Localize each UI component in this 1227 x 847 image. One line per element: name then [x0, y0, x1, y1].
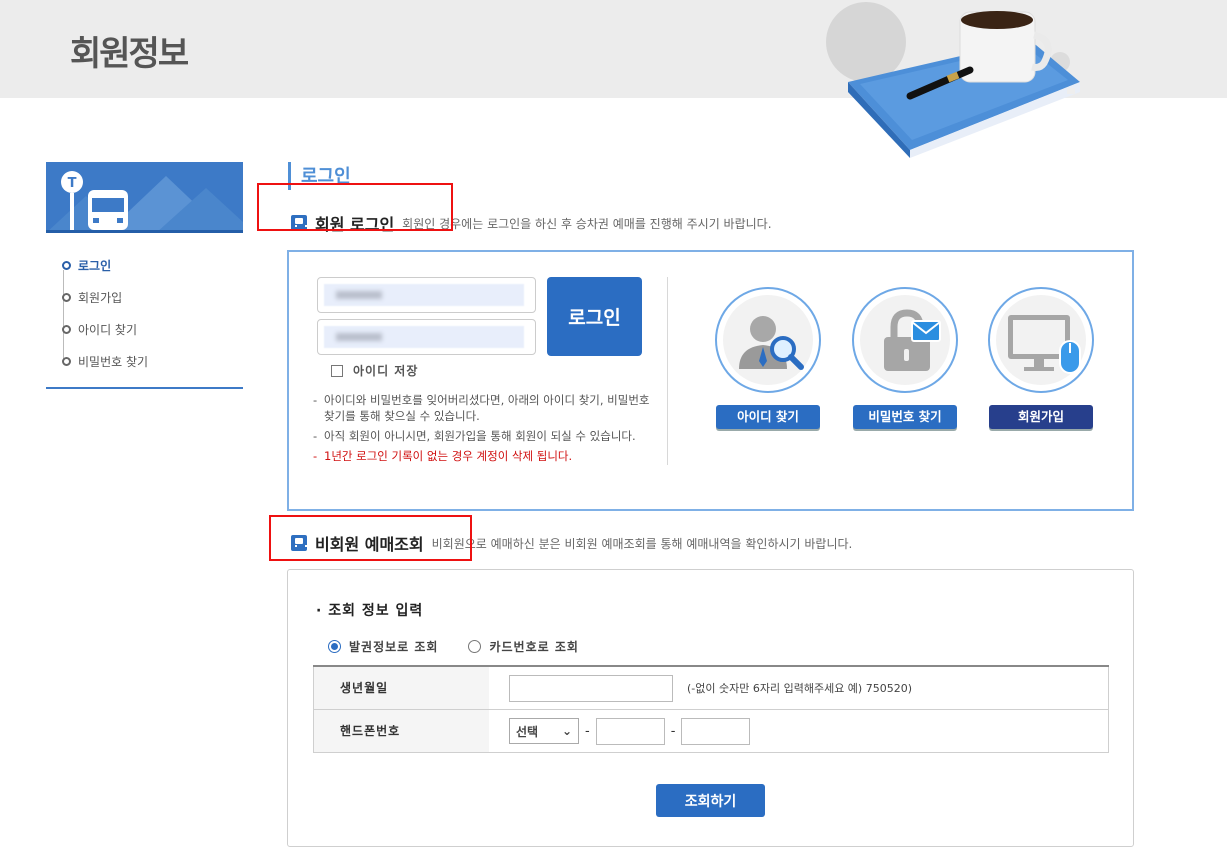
- login-button[interactable]: 로그인: [547, 277, 642, 356]
- sidebar-banner: T: [46, 162, 243, 233]
- highlight-box: [257, 183, 453, 231]
- signup-circle[interactable]: [988, 287, 1094, 393]
- phone-last-input[interactable]: [681, 717, 751, 745]
- member-login-description: 회원인 경우에는 로그인을 하신 후 승차권 예매를 진행해 주시기 바랍니다.: [402, 216, 772, 231]
- sidebar-item-signup[interactable]: 회원가입: [46, 282, 243, 314]
- find-id-card[interactable]: 아이디 찾기: [713, 287, 823, 429]
- bullet-icon: [62, 325, 71, 334]
- save-id-label: 아이디 저장: [353, 364, 419, 378]
- panel-divider: [667, 277, 668, 465]
- phone-label: 핸드폰번호: [314, 710, 489, 752]
- user-id-input[interactable]: [317, 277, 536, 313]
- lookup-form-table: 생년월일 (-없이 숫자만 6자리 입력해주세요 예) 750520) 핸드폰번…: [313, 665, 1109, 753]
- sidebar-item-find-id[interactable]: 아이디 찾기: [46, 314, 243, 346]
- phone-separator: -: [585, 723, 590, 739]
- bullet-icon: [62, 357, 71, 366]
- password-input[interactable]: [317, 319, 536, 355]
- nonmember-panel: · 조회 정보 입력 발권정보로 조회 카드번호로 조회 생년월일 (-없이 숫…: [287, 569, 1134, 847]
- find-id-circle[interactable]: [715, 287, 821, 393]
- signup-button[interactable]: 회원가입: [989, 405, 1093, 429]
- sidebar-menu: 로그인 회원가입 아이디 찾기 비밀번호 찾기: [46, 250, 243, 378]
- query-button[interactable]: 조회하기: [656, 784, 765, 817]
- birth-hint: (-없이 숫자만 6자리 입력해주세요 예) 750520): [687, 682, 912, 695]
- birth-label: 생년월일: [314, 667, 489, 709]
- note-signup: 아직 회원이 아니시면, 회원가입을 통해 회원이 되실 수 있습니다.: [313, 428, 653, 444]
- phone-middle-input[interactable]: [595, 717, 665, 745]
- phone-prefix-select[interactable]: 선택 ⌄: [509, 718, 579, 744]
- lock-mail-icon: [884, 309, 941, 371]
- person-search-icon: [739, 316, 804, 370]
- highlight-box: [269, 515, 472, 561]
- find-password-card[interactable]: 비밀번호 찾기: [850, 287, 960, 429]
- find-password-circle[interactable]: [852, 287, 958, 393]
- table-row: 생년월일 (-없이 숫자만 6자리 입력해주세요 예) 750520): [313, 667, 1109, 710]
- radio-ticket-info[interactable]: [328, 640, 341, 653]
- sidebar-item-find-password[interactable]: 비밀번호 찾기: [46, 346, 243, 378]
- note-find-account: 아이디와 비밀번호를 잊어버리셨다면, 아래의 아이디 찾기, 비밀번호 찾기를…: [313, 392, 653, 424]
- login-panel: 로그인 아이디 저장 아이디와 비밀번호를 잊어버리셨다면, 아래의 아이디 찾…: [287, 250, 1134, 511]
- sidebar-item-label: 회원가입: [78, 291, 123, 305]
- nonmember-description: 비회원으로 예매하신 분은 비회원 예매조회를 통해 예매내역을 확인하시기 바…: [431, 536, 853, 551]
- lookup-subheading: · 조회 정보 입력: [316, 603, 424, 619]
- radio-card-number-label[interactable]: 카드번호로 조회: [489, 638, 578, 655]
- bullet-icon: [62, 261, 71, 270]
- redacted-id: [324, 284, 524, 306]
- chevron-down-icon: ⌄: [561, 724, 572, 738]
- save-id-row[interactable]: 아이디 저장: [331, 362, 418, 379]
- bullet-icon: [62, 293, 71, 302]
- redacted-password: [324, 326, 524, 348]
- phone-cell: 선택 ⌄ - -: [489, 710, 1108, 752]
- phone-prefix-value: 선택: [516, 724, 539, 739]
- book-coffee-illustration: [820, 0, 1090, 160]
- radio-ticket-info-label[interactable]: 발권정보로 조회: [349, 638, 438, 655]
- sidebar-item-label: 비밀번호 찾기: [78, 355, 149, 369]
- monitor-mouse-icon: [1008, 315, 1081, 374]
- sidebar-divider: [46, 387, 243, 389]
- page-title: 회원정보: [70, 34, 189, 74]
- find-id-button[interactable]: 아이디 찾기: [716, 405, 820, 429]
- phone-separator: -: [670, 723, 676, 739]
- lookup-type-radios: 발권정보로 조회 카드번호로 조회: [328, 638, 579, 655]
- find-password-button[interactable]: 비밀번호 찾기: [853, 405, 957, 429]
- signup-card[interactable]: 회원가입: [986, 287, 1096, 429]
- note-account-deletion: 1년간 로그인 기록이 없는 경우 계정이 삭제 됩니다.: [313, 448, 653, 464]
- radio-card-number[interactable]: [468, 640, 482, 653]
- table-row: 핸드폰번호 선택 ⌄ - -: [313, 710, 1109, 753]
- sidebar-item-label: 아이디 찾기: [78, 323, 138, 337]
- login-notes: 아이디와 비밀번호를 잊어버리셨다면, 아래의 아이디 찾기, 비밀번호 찾기를…: [313, 392, 653, 468]
- save-id-checkbox[interactable]: [331, 364, 343, 377]
- svg-text:T: T: [68, 176, 77, 191]
- sidebar-item-login[interactable]: 로그인: [46, 250, 243, 282]
- birth-cell: (-없이 숫자만 6자리 입력해주세요 예) 750520): [489, 667, 1108, 709]
- sidebar-item-label: 로그인: [78, 259, 112, 273]
- birth-date-input[interactable]: [509, 674, 673, 702]
